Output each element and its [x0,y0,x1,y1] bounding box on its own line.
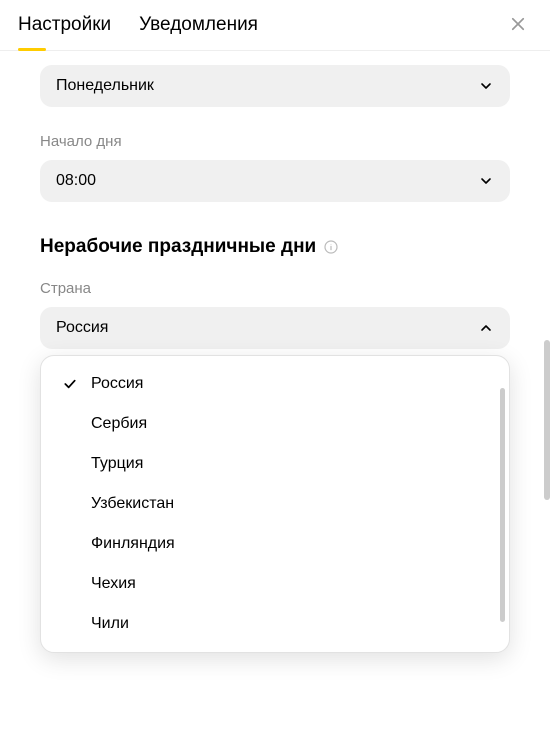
dropdown-item-label: Сербия [91,415,147,433]
tab-label: Уведомления [139,14,258,35]
dropdown-scrollbar[interactable] [500,388,505,622]
check-icon [61,376,79,392]
dropdown-item[interactable]: Чехия [45,564,495,604]
page-scrollbar[interactable] [544,340,550,500]
select-value: Россия [56,319,108,337]
dropdown-item-label: Чехия [91,575,136,593]
dropdown-item-label: Россия [91,375,143,393]
country-select[interactable]: Россия [40,307,510,349]
tab-settings[interactable]: Настройки [18,14,111,50]
day-start-field: Начало дня 08:00 [40,133,510,202]
tabs: Настройки Уведомления [18,14,258,50]
day-start-label: Начало дня [40,133,510,150]
close-button[interactable] [504,12,532,40]
dropdown-item-label: Узбекистан [91,495,174,513]
week-start-select[interactable]: Понедельник [40,65,510,107]
select-value: Понедельник [56,77,154,95]
section-title: Нерабочие праздничные дни [40,236,316,258]
chevron-down-icon [478,173,494,189]
dropdown-item-label: Турция [91,455,143,473]
dropdown-list: Россия Сербия Турция Узбекистан Финляндия Чех… [45,364,505,644]
dropdown-item[interactable]: Узбекистан [45,484,495,524]
tab-notifications[interactable]: Уведомления [139,14,258,50]
dropdown-item[interactable]: Россия [45,364,495,404]
dropdown-item-label: Чили [91,615,129,633]
close-icon [509,15,527,38]
country-label: Страна [40,280,510,297]
dropdown-item-label: Финляндия [91,535,175,553]
chevron-down-icon [478,78,494,94]
dropdown-item[interactable]: Чили [45,604,495,644]
country-dropdown: Россия Сербия Турция Узбекистан Финляндия Чех… [40,355,510,653]
content: Понедельник Начало дня 08:00 Нерабочие п… [0,65,550,349]
tab-label: Настройки [18,14,111,35]
day-start-select[interactable]: 08:00 [40,160,510,202]
dropdown-item[interactable]: Сербия [45,404,495,444]
select-value: 08:00 [56,172,96,190]
holidays-section-header: Нерабочие праздничные дни [40,236,510,258]
tab-underline [18,48,46,51]
chevron-up-icon [478,320,494,336]
week-start-field: Понедельник [40,65,510,107]
dropdown-item[interactable]: Турция [45,444,495,484]
header: Настройки Уведомления [0,0,550,51]
dropdown-item[interactable]: Финляндия [45,524,495,564]
country-select-wrap: Россия РоссияСербияТурцияУзбекистанФинля… [40,307,510,349]
country-field: Страна Россия РоссияСербияТурцияУзбекист… [40,280,510,349]
info-icon[interactable] [322,238,340,256]
